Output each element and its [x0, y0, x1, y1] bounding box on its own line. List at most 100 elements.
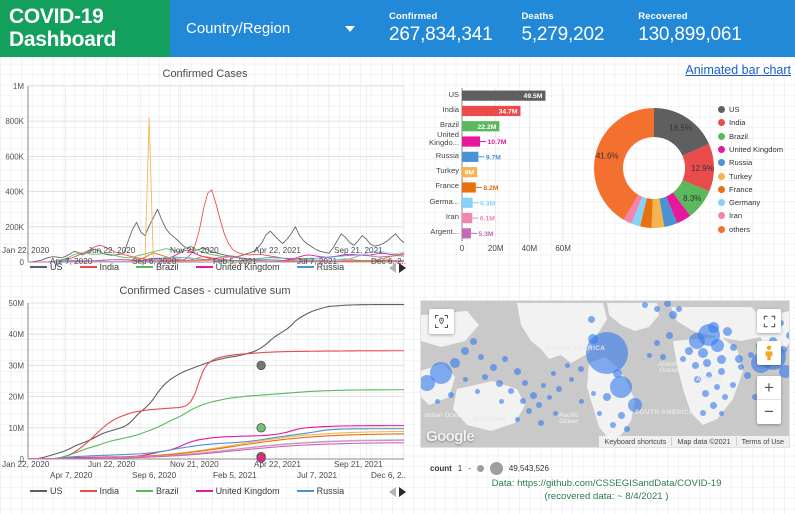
map-bubble[interactable] [663, 301, 671, 307]
donut-legend-item-india[interactable]: India [718, 118, 745, 127]
recenter-map-button[interactable] [429, 309, 454, 334]
map-bubble[interactable] [660, 354, 666, 360]
map-bubble[interactable] [536, 402, 542, 408]
map-bubble[interactable] [714, 384, 720, 390]
map-bubble[interactable] [587, 315, 595, 323]
legend-item-india[interactable]: India [79, 486, 119, 496]
donut-legend-item-russia[interactable]: Russia [718, 158, 752, 167]
map-bubble[interactable] [669, 311, 677, 319]
map-bubble[interactable] [529, 391, 537, 399]
map-bubble[interactable] [685, 347, 693, 355]
map-bubble[interactable] [489, 363, 497, 371]
map-bubble[interactable] [578, 398, 584, 404]
map-bubble[interactable] [434, 398, 440, 404]
map-bubble[interactable] [448, 392, 454, 398]
donut-legend-item-united-kingdom[interactable]: United Kingdom [718, 145, 783, 154]
country-region-filter[interactable]: Country/Region [170, 0, 375, 57]
map-bubble[interactable] [785, 331, 789, 339]
legend-item-brazil[interactable]: Brazil [136, 486, 179, 496]
legend-item-russia[interactable]: Russia [296, 486, 344, 496]
map-bubble[interactable] [478, 354, 484, 360]
legend-item-brazil[interactable]: Brazil [136, 262, 179, 272]
map-bubble[interactable] [700, 410, 706, 416]
map-bubble[interactable] [474, 388, 480, 394]
map-bubble[interactable] [654, 340, 660, 346]
map-bubble[interactable] [450, 358, 460, 368]
map-bubble[interactable] [698, 348, 708, 358]
map-bubble[interactable] [469, 337, 477, 345]
map-bubble[interactable] [462, 376, 468, 382]
legend-item-russia[interactable]: Russia [296, 262, 344, 272]
map-bubble[interactable] [717, 367, 725, 375]
map-bubble[interactable] [520, 398, 526, 404]
map-bubble[interactable] [550, 370, 556, 376]
map-bubble[interactable] [482, 374, 488, 380]
map-bubble[interactable] [710, 338, 724, 352]
pegman-streetview-button[interactable] [757, 341, 781, 365]
map-bubble[interactable] [568, 376, 574, 382]
zoom-in-button[interactable]: + [757, 376, 781, 400]
keyboard-shortcuts-link[interactable]: Keyboard shortcuts [599, 437, 671, 446]
donut-legend-item-france[interactable]: France [718, 185, 753, 194]
donut-legend-item-brazil[interactable]: Brazil [718, 132, 748, 141]
map-bubble[interactable] [743, 371, 751, 379]
map-bubble[interactable] [603, 393, 611, 401]
map-bubble[interactable] [556, 386, 562, 392]
map-bubble[interactable] [701, 389, 709, 397]
map-bubble[interactable] [546, 394, 552, 400]
map-bubble[interactable] [624, 426, 630, 432]
map-bubble[interactable] [526, 408, 532, 414]
map-bubble[interactable] [522, 380, 528, 386]
next-page-icon-2[interactable] [399, 487, 406, 497]
map-bubble[interactable] [610, 422, 616, 428]
map-bubble[interactable] [722, 394, 728, 400]
map-bubble[interactable] [654, 306, 660, 312]
donut-legend-item-others[interactable]: others [718, 225, 750, 234]
map-bubble[interactable] [716, 354, 726, 364]
cumulative-cases-pager[interactable] [389, 487, 406, 497]
map-bubble[interactable] [642, 302, 648, 308]
map-bubble[interactable] [703, 359, 711, 367]
map-bubble[interactable] [610, 376, 632, 398]
world-map[interactable]: NORTH AMERICA SOUTH AMERICA AFRICA OCEAN… [420, 300, 790, 448]
map-bubble[interactable] [540, 382, 546, 388]
map-bubble[interactable] [564, 362, 570, 368]
legend-item-us[interactable]: US [30, 486, 63, 496]
terms-of-use-link[interactable]: Terms of Use [735, 437, 789, 446]
map-bubble[interactable] [590, 390, 596, 396]
map-bubble[interactable] [730, 382, 736, 388]
map-bubble[interactable] [709, 401, 717, 409]
map-bubble[interactable] [588, 334, 598, 344]
donut-legend-item-turkey[interactable]: Turkey [718, 172, 752, 181]
map-bubble[interactable] [508, 388, 514, 394]
donut-legend-item-us[interactable]: US [718, 105, 740, 114]
zoom-out-button[interactable]: − [757, 400, 781, 424]
map-bubble[interactable] [646, 352, 652, 358]
map-bubble[interactable] [676, 306, 682, 312]
map-bubble[interactable] [748, 352, 754, 358]
map-bubble[interactable] [617, 411, 625, 419]
prev-page-icon-2[interactable] [389, 487, 396, 497]
fullscreen-button[interactable] [757, 309, 781, 333]
map-bubble[interactable] [498, 398, 504, 404]
animated-bar-chart-link[interactable]: Animated bar chart [685, 63, 791, 77]
map-bubble[interactable] [738, 364, 744, 370]
prev-page-icon[interactable] [389, 263, 396, 273]
map-bubble[interactable] [729, 343, 737, 351]
legend-item-india[interactable]: India [79, 262, 119, 272]
map-bubble[interactable] [707, 321, 719, 333]
map-bubble[interactable] [722, 326, 732, 336]
map-bubble[interactable] [612, 368, 622, 378]
legend-item-united-kingdom[interactable]: United Kingdom [195, 486, 280, 496]
legend-item-united-kingdom[interactable]: United Kingdom [195, 262, 280, 272]
confirmed-cases-pager[interactable] [389, 263, 406, 273]
legend-item-us[interactable]: US [30, 262, 63, 272]
map-bubble[interactable] [691, 361, 699, 369]
map-bubble[interactable] [461, 347, 469, 355]
next-page-icon[interactable] [399, 263, 406, 273]
map-bubble[interactable] [502, 356, 508, 362]
map-bubble[interactable] [718, 410, 724, 416]
map-bubble[interactable] [538, 420, 544, 426]
zoom-controls[interactable]: + − [757, 376, 781, 424]
donut-legend-item-iran[interactable]: Iran [718, 211, 742, 220]
